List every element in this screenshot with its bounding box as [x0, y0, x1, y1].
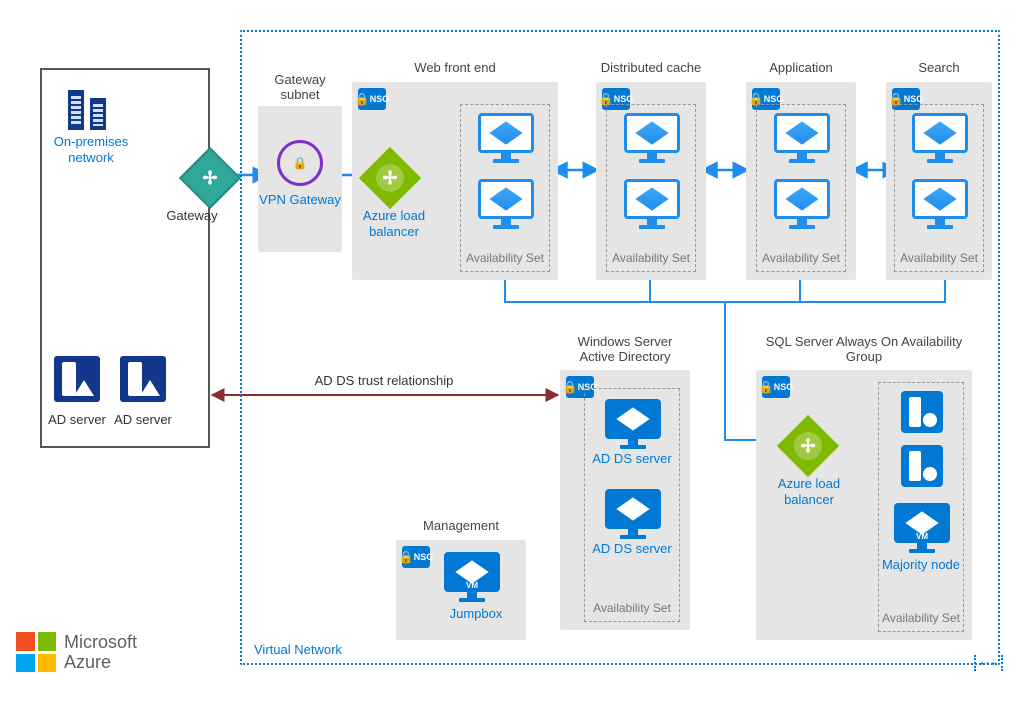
- buildings-icon: [64, 84, 110, 130]
- logo-text-line2: Azure: [64, 652, 111, 673]
- management-tier-box: Management 🔒NSG VM Jumpbox: [396, 540, 526, 640]
- vm-icon: [912, 179, 968, 229]
- nsg-badge: 🔒NSG: [358, 88, 386, 110]
- gateway-label: Gateway: [162, 208, 222, 224]
- azure-load-balancer-icon: ✢: [777, 415, 839, 477]
- vpn-gateway-label: VPN Gateway: [258, 192, 342, 208]
- adds-trust-label: AD DS trust relationship: [294, 373, 474, 389]
- jumpbox-label: Jumpbox: [426, 606, 526, 622]
- vm-icon: VM: [444, 552, 500, 602]
- ad-server-label-2: AD server: [114, 412, 172, 428]
- sql-availability-set: VM Majority node Availability Set: [878, 382, 964, 632]
- vm-icon: [478, 179, 534, 229]
- logo-text-line1: Microsoft: [64, 632, 137, 653]
- vpn-gateway-icon: 🔒: [277, 140, 323, 186]
- vm-icon: [478, 113, 534, 163]
- vm-icon: [774, 179, 830, 229]
- expand-icon: ···: [974, 655, 1003, 671]
- onprem-network-box: On-premises network ✢ Gateway AD server …: [40, 68, 210, 448]
- web-tier-box: Web front end 🔒NSG ✢ Azure load balancer…: [352, 82, 558, 280]
- adds-tier-box: Windows Server Active Directory 🔒NSG AD …: [560, 370, 690, 630]
- nsg-badge: 🔒NSG: [402, 546, 430, 568]
- availability-set-label: Availability Set: [895, 247, 983, 271]
- cache-tier-title: Distributed cache: [596, 60, 706, 75]
- gateway-subnet-title: Gateway subnet: [258, 72, 342, 102]
- gateway-subnet-box: Gateway subnet 🔒 VPN Gateway: [258, 106, 342, 252]
- adds-server-label-1: AD DS server: [585, 451, 679, 467]
- ad-server-icon: [54, 356, 100, 402]
- web-tier-title: Web front end: [352, 60, 558, 75]
- vm-icon: VM: [894, 503, 950, 553]
- virtual-network-label: Virtual Network: [254, 642, 342, 657]
- availability-set-label: Availability Set: [757, 247, 845, 271]
- sql-db-icon: [901, 445, 943, 487]
- availability-set-label: Availability Set: [585, 597, 679, 621]
- vm-icon: [774, 113, 830, 163]
- search-tier-box: Search 🔒NSG Availability Set: [886, 82, 992, 280]
- sql-title: SQL Server Always On Availability Group: [756, 334, 972, 364]
- app-availability-set: Availability Set: [756, 104, 846, 272]
- availability-set-label: Availability Set: [461, 247, 549, 271]
- gateway-icon: ✢: [179, 147, 241, 209]
- web-lb-label: Azure load balancer: [352, 208, 436, 239]
- sql-db-icon: [901, 391, 943, 433]
- microsoft-logo-icon: [16, 632, 56, 672]
- app-tier-title: Application: [746, 60, 856, 75]
- majority-node-label: Majority node: [879, 557, 963, 573]
- search-availability-set: Availability Set: [894, 104, 984, 272]
- adds-server-label-2: AD DS server: [585, 541, 679, 557]
- web-availability-set: Availability Set: [460, 104, 550, 272]
- vm-icon: [624, 113, 680, 163]
- cache-availability-set: Availability Set: [606, 104, 696, 272]
- adds-title: Windows Server Active Directory: [560, 334, 690, 364]
- availability-set-label: Availability Set: [879, 607, 963, 631]
- vm-icon: [605, 489, 661, 539]
- cache-tier-box: Distributed cache 🔒NSG Availability Set: [596, 82, 706, 280]
- ad-server-label-1: AD server: [48, 412, 106, 428]
- management-title: Management: [396, 518, 526, 533]
- onprem-title: On-premises network: [48, 134, 134, 165]
- availability-set-label: Availability Set: [607, 247, 695, 271]
- sql-tier-box: SQL Server Always On Availability Group …: [756, 370, 972, 640]
- vm-icon: [624, 179, 680, 229]
- app-tier-box: Application 🔒NSG Availability Set: [746, 82, 856, 280]
- sql-lb-label: Azure load balancer: [764, 476, 854, 507]
- search-tier-title: Search: [886, 60, 992, 75]
- ad-server-icon: [120, 356, 166, 402]
- vm-icon: [912, 113, 968, 163]
- vm-icon: [605, 399, 661, 449]
- azure-load-balancer-icon: ✢: [359, 147, 421, 209]
- nsg-badge: 🔒NSG: [762, 376, 790, 398]
- adds-availability-set: AD DS server AD DS server Availability S…: [584, 388, 680, 622]
